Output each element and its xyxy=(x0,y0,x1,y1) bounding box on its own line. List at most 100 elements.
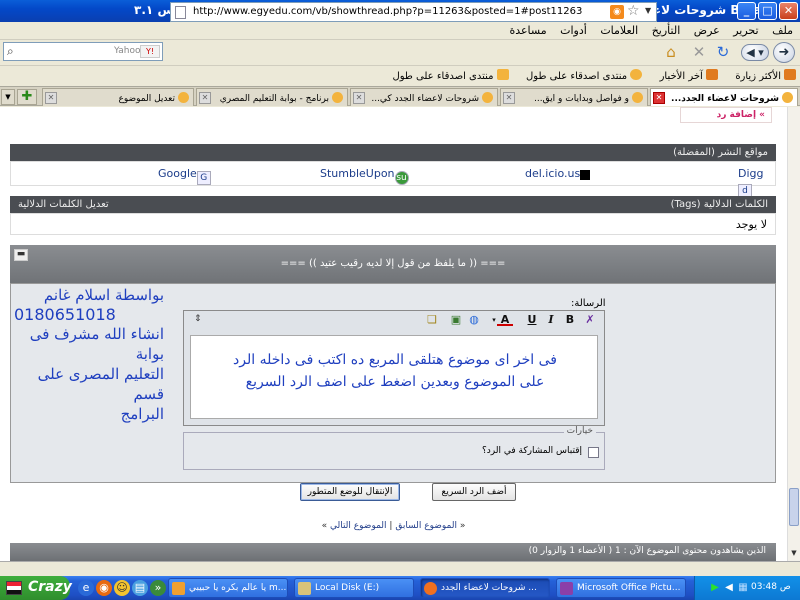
page-content: » إضافة رد مواقع النشر (المفضلة) Diggd d… xyxy=(0,107,787,561)
insert-quote-icon[interactable]: ❏ xyxy=(424,313,440,327)
quick-reply-header: ▬ === (( ما يلفظ من قول إلا لديه رقيب عت… xyxy=(10,245,776,283)
menu-help[interactable]: مساعدة xyxy=(504,22,551,37)
resize-handle-icon[interactable]: ⇕ xyxy=(194,314,202,324)
minimize-button[interactable]: _ xyxy=(737,2,756,20)
system-tray: ▶ ◀ ▦ 03:48 ص xyxy=(694,576,800,600)
close-tab-icon[interactable]: ✕ xyxy=(653,92,665,104)
bookmark-label: منتدى اصدقاء على طول xyxy=(392,71,494,82)
editor-toolbar: ✗ B I U A ▾ ◍ ▣ ❏ xyxy=(184,311,604,329)
tab-label: برنامج - بوابة التعليم المصري xyxy=(219,94,329,104)
tab-3[interactable]: ✕ شروحات لاعضاء الجدد كي... xyxy=(350,88,498,106)
quote-post-checkbox[interactable] xyxy=(588,447,599,458)
close-button[interactable]: ✕ xyxy=(779,2,798,20)
scrollbar-thumb[interactable] xyxy=(789,488,799,526)
bookmark-star-icon[interactable]: ☆ xyxy=(627,3,640,19)
ie-icon[interactable]: e xyxy=(78,580,94,596)
tab-2[interactable]: ✕ و فواصل وبدايات و ايق... xyxy=(500,88,648,106)
tab-active[interactable]: ✕ شروحات لاعضاء الجدد... xyxy=(650,88,798,106)
tags-row: لا يوجد xyxy=(10,213,776,235)
home-icon[interactable]: ⌂ xyxy=(662,43,680,61)
edit-tags-link[interactable]: تعديل الكلمات الدلالية xyxy=(18,199,109,210)
search-box[interactable]: ⌕ Yahoo Y! xyxy=(3,42,163,61)
annotation-author: بواسطة اسلام غانم xyxy=(43,286,164,304)
next-thread-link[interactable]: الموضوع التالي xyxy=(330,521,387,531)
search-icon[interactable]: ⌕ xyxy=(7,44,14,59)
task-label: شروحات لاعضاء الجدد ... xyxy=(441,583,537,593)
insert-link-icon[interactable]: ◍ xyxy=(466,313,482,327)
stop-icon[interactable]: ✕ xyxy=(690,43,708,61)
media-icon xyxy=(172,582,185,595)
add-reply-button[interactable]: » إضافة رد xyxy=(680,107,772,123)
annotation-phone: 0180651018 xyxy=(14,305,116,324)
previous-thread-link[interactable]: الموضوع السابق xyxy=(395,521,457,531)
underline-button[interactable]: U xyxy=(524,313,540,327)
bookmark-latest-news[interactable]: آخر الأخبار xyxy=(650,66,722,82)
tab-4[interactable]: ✕ برنامج - بوابة التعليم المصري xyxy=(196,88,348,106)
search-placeholder: Yahoo xyxy=(114,46,141,56)
search-engine-selector[interactable]: Y! xyxy=(140,45,160,58)
menu-history[interactable]: التأريخ xyxy=(647,22,686,37)
maximize-button[interactable]: □ xyxy=(758,2,777,20)
network-icon[interactable]: ▦ xyxy=(737,582,749,594)
menu-edit[interactable]: تحرير xyxy=(728,22,763,37)
firefox-quicklaunch-icon[interactable]: ◉ xyxy=(96,580,112,596)
prev-arrow-icon: « xyxy=(459,521,466,531)
go-advanced-button[interactable]: الإنتقال للوضع المتطور xyxy=(300,483,400,501)
address-bar[interactable]: http://www.egyedu.com/vb/showthread.php?… xyxy=(170,2,657,22)
show-desktop-icon[interactable]: » xyxy=(150,580,166,596)
bookmark-forum-2[interactable]: منتدى اصدقاء على طول xyxy=(382,66,512,82)
reload-icon[interactable]: ↻ xyxy=(714,43,732,61)
close-tab-icon[interactable]: ✕ xyxy=(45,92,57,104)
social-google[interactable]: Google G xyxy=(158,167,215,185)
bookmark-most-visited[interactable]: الأكثر زيارة xyxy=(725,66,800,82)
smiley-icon xyxy=(630,69,643,80)
tags-title: الكلمات الدلالية (Tags) xyxy=(670,199,768,210)
italic-button[interactable]: I xyxy=(543,313,559,327)
menu-tools[interactable]: أدوات xyxy=(555,22,592,37)
options-fieldset: خيارات إقتباس المشاركة في الرد؟ xyxy=(183,426,605,470)
bookmark-forum-1[interactable]: منتدى اصدقاء على طول xyxy=(516,66,646,82)
forward-button[interactable]: ◀ ▾ xyxy=(741,44,769,61)
new-tab-button[interactable]: ✚ xyxy=(17,89,37,105)
rss-icon[interactable]: ◉ xyxy=(610,5,624,19)
close-tab-icon[interactable]: ✕ xyxy=(353,92,365,104)
annotation-line: البرامج xyxy=(120,405,164,423)
close-tab-icon[interactable]: ✕ xyxy=(199,92,211,104)
menu-bar: ملف تحرير عرض التأريخ العلامات أدوات مسا… xyxy=(0,22,800,40)
tab-5[interactable]: ✕ تعديل الموضوع xyxy=(42,88,194,106)
tab-bar: ▼ ✚ ✕ شروحات لاعضاء الجدد... ✕ و فواصل وبد… xyxy=(0,86,800,106)
add-quick-reply-button[interactable]: أضف الرد السريع xyxy=(432,483,516,501)
close-tab-icon[interactable]: ✕ xyxy=(503,92,515,104)
tab-list-dropdown[interactable]: ▼ xyxy=(1,89,15,105)
taskbar: Crazy e ◉ ☺ ▤ » يا عالم بكره يا حبيبي m.… xyxy=(0,576,800,600)
viewing-users-text: الذين يشاهدون محتوى الموضوع الآن : 1 ( ا… xyxy=(528,546,766,556)
scroll-down-icon[interactable]: ▼ xyxy=(789,549,799,560)
play-icon[interactable]: ▶ xyxy=(709,582,721,594)
speaker-icon[interactable]: ◀ xyxy=(723,582,735,594)
font-color-dropdown-icon[interactable]: ▾ xyxy=(486,313,502,327)
task-media[interactable]: يا عالم بكره يا حبيبي m... xyxy=(168,578,288,598)
vertical-scrollbar[interactable]: ▼ xyxy=(787,107,800,561)
task-explorer[interactable]: Local Disk (E:) xyxy=(294,578,414,598)
social-stumbleupon[interactable]: StumbleUpon su xyxy=(320,167,413,185)
task-firefox[interactable]: شروحات لاعضاء الجدد ... xyxy=(420,578,550,598)
menu-file[interactable]: ملف xyxy=(767,22,798,37)
insert-image-icon[interactable]: ▣ xyxy=(448,313,464,327)
social-delicious[interactable]: del.icio.us xyxy=(525,167,594,180)
menu-view[interactable]: عرض xyxy=(689,22,725,37)
url-dropdown-icon[interactable]: ▼ xyxy=(645,6,651,15)
messenger-icon[interactable]: ☺ xyxy=(114,580,130,596)
remove-format-icon[interactable]: ✗ xyxy=(582,313,598,327)
quicklaunch-icon[interactable]: ▤ xyxy=(132,580,148,596)
favicon-icon xyxy=(482,92,493,103)
back-button[interactable]: ➜ xyxy=(773,42,795,63)
bold-button[interactable]: B xyxy=(562,313,578,327)
social-links-row: Diggd del.icio.us StumbleUpon su Google G xyxy=(10,161,776,198)
clock[interactable]: 03:48 ص xyxy=(751,582,791,592)
menu-bookmarks[interactable]: العلامات xyxy=(595,22,643,37)
start-button[interactable]: Crazy xyxy=(0,576,72,600)
egypt-flag-icon xyxy=(6,581,22,595)
task-picture-manager[interactable]: Microsoft Office Pictu... xyxy=(556,578,686,598)
favicon-icon xyxy=(178,92,189,103)
social-digg[interactable]: Diggd xyxy=(738,167,775,198)
